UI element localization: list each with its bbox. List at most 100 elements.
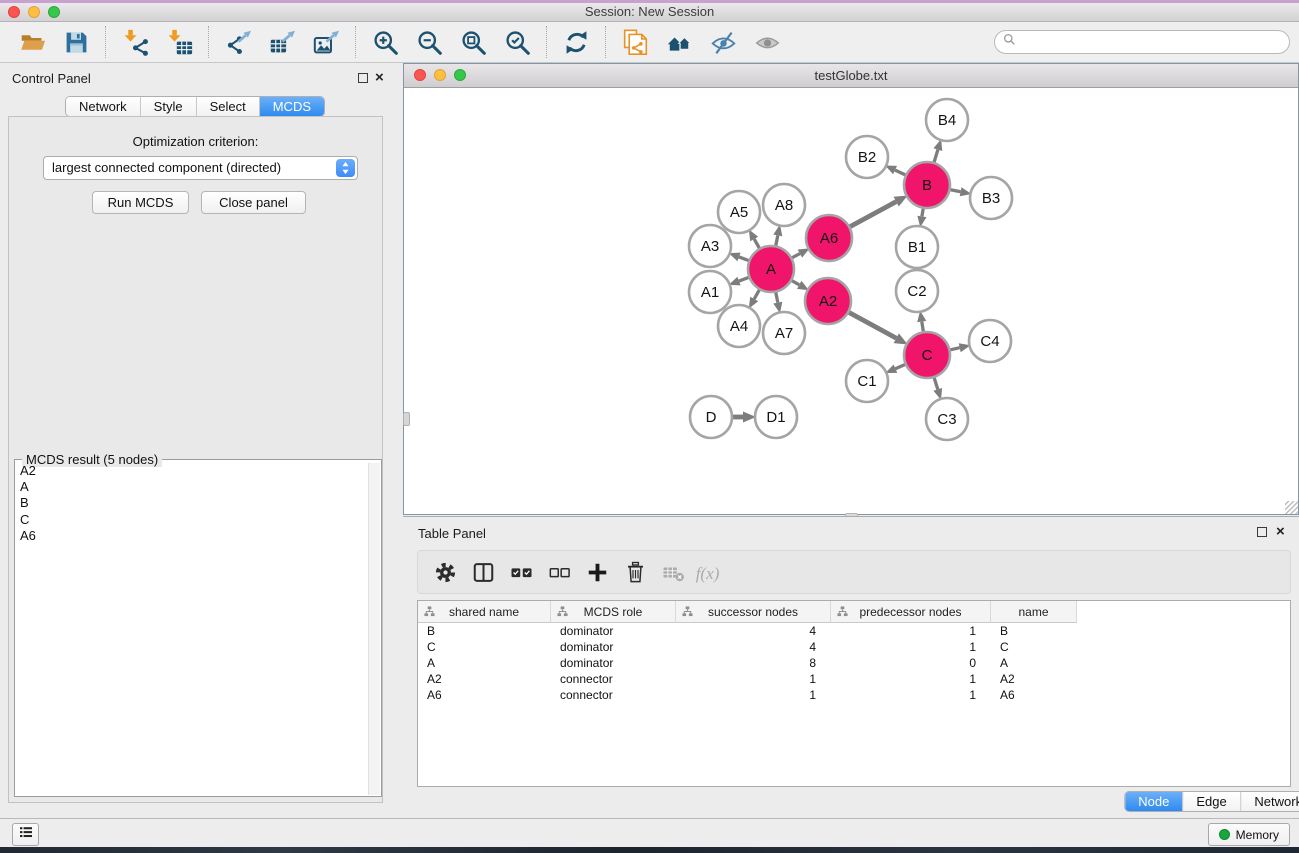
edge-B-B4[interactable]: [934, 150, 938, 163]
column-header-successor-nodes[interactable]: successor nodes: [676, 601, 831, 623]
table-cell[interactable]: A2: [418, 671, 551, 687]
zoom-selected-button[interactable]: [500, 25, 534, 59]
zoom-fit-button[interactable]: [456, 25, 490, 59]
edge-C-C2[interactable]: [922, 322, 924, 332]
edge-A-A1[interactable]: [739, 278, 749, 282]
network-maximize-button[interactable]: [454, 69, 466, 81]
zoom-in-button[interactable]: [368, 25, 402, 59]
show-panels-button[interactable]: [12, 823, 39, 846]
table-cell[interactable]: A6: [418, 687, 551, 703]
home-network-button[interactable]: [662, 25, 696, 59]
table-cell[interactable]: connector: [551, 671, 676, 687]
node-B[interactable]: B: [904, 162, 950, 208]
export-table-button[interactable]: [265, 25, 299, 59]
column-header-name[interactable]: name: [991, 601, 1077, 623]
table-cell[interactable]: A6: [991, 687, 1077, 703]
node-B3[interactable]: B3: [970, 177, 1012, 219]
tab-select[interactable]: Select: [196, 97, 259, 116]
table-row[interactable]: A6connector11A6: [418, 687, 1290, 703]
result-list-scrollbar[interactable]: [368, 463, 380, 795]
minimize-window-button[interactable]: [28, 6, 40, 18]
edge-A-A4[interactable]: [754, 290, 759, 299]
mcds-result-item[interactable]: A6: [16, 528, 367, 544]
table-cell[interactable]: 1: [676, 671, 831, 687]
node-C3[interactable]: C3: [926, 398, 968, 440]
close-window-button[interactable]: [8, 6, 20, 18]
mcds-result-item[interactable]: B: [16, 495, 367, 511]
add-row-button[interactable]: [582, 557, 612, 587]
edge-A-A6[interactable]: [792, 254, 800, 258]
table-cell[interactable]: A: [418, 655, 551, 671]
table-cell[interactable]: 1: [831, 687, 991, 703]
table-cell[interactable]: dominator: [551, 623, 676, 639]
table-row[interactable]: Adominator80A: [418, 655, 1290, 671]
delete-table-button[interactable]: [658, 557, 688, 587]
node-A1[interactable]: A1: [689, 271, 731, 313]
refresh-layout-button[interactable]: [559, 25, 593, 59]
edge-A-A8[interactable]: [776, 235, 778, 245]
node-C2[interactable]: C2: [896, 270, 938, 312]
save-session-button[interactable]: [59, 25, 93, 59]
node-C1[interactable]: C1: [846, 360, 888, 402]
export-image-button[interactable]: [309, 25, 343, 59]
edge-A-A3[interactable]: [739, 257, 749, 261]
node-A[interactable]: A: [748, 246, 794, 292]
node-C[interactable]: C: [904, 332, 950, 378]
run-mcds-button[interactable]: Run MCDS: [92, 191, 189, 214]
search-input[interactable]: [1021, 35, 1271, 49]
node-B2[interactable]: B2: [846, 136, 888, 178]
toggle-column-button[interactable]: [468, 557, 498, 587]
maximize-window-button[interactable]: [48, 6, 60, 18]
tab-network[interactable]: Network: [66, 97, 140, 116]
table-cell[interactable]: dominator: [551, 655, 676, 671]
node-D[interactable]: D: [690, 396, 732, 438]
memory-button[interactable]: Memory: [1208, 823, 1290, 846]
table-cell[interactable]: 4: [676, 623, 831, 639]
table-cell[interactable]: 8: [676, 655, 831, 671]
table-cell[interactable]: 4: [676, 639, 831, 655]
table-cell[interactable]: 1: [831, 623, 991, 639]
table-cell[interactable]: connector: [551, 687, 676, 703]
column-header-shared-name[interactable]: shared name: [418, 601, 551, 623]
node-A4[interactable]: A4: [718, 305, 760, 347]
edge-B-B3[interactable]: [951, 190, 961, 192]
hide-graphics-details-button[interactable]: [706, 25, 740, 59]
table-cell[interactable]: 1: [831, 639, 991, 655]
close-panel-icon[interactable]: ×: [375, 71, 384, 85]
edge-A6-B[interactable]: [850, 202, 896, 227]
table-cell[interactable]: B: [418, 623, 551, 639]
tab-style[interactable]: Style: [140, 97, 196, 116]
node-A5[interactable]: A5: [718, 191, 760, 233]
edge-A-A2[interactable]: [792, 281, 799, 285]
close-panel-button[interactable]: Close panel: [201, 191, 306, 214]
table-cell[interactable]: A2: [991, 671, 1077, 687]
node-B1[interactable]: B1: [896, 226, 938, 268]
edge-C-C1[interactable]: [895, 365, 905, 369]
mcds-result-item[interactable]: A: [16, 479, 367, 495]
node-A6[interactable]: A6: [806, 215, 852, 261]
open-session-share-button[interactable]: [618, 25, 652, 59]
edge-A-A5[interactable]: [754, 239, 759, 248]
function-builder-button[interactable]: f(x): [696, 557, 726, 587]
table-cell[interactable]: dominator: [551, 639, 676, 655]
table-cell[interactable]: C: [991, 639, 1077, 655]
tab-network-table[interactable]: Network Table: [1240, 792, 1299, 811]
node-B4[interactable]: B4: [926, 99, 968, 141]
unselect-all-rows-button[interactable]: [544, 557, 574, 587]
close-table-panel-icon[interactable]: ×: [1276, 525, 1285, 539]
table-cell[interactable]: B: [991, 623, 1077, 639]
edge-C-C4[interactable]: [950, 348, 959, 350]
network-close-button[interactable]: [414, 69, 426, 81]
delete-row-button[interactable]: [620, 557, 650, 587]
network-minimize-button[interactable]: [434, 69, 446, 81]
column-header-predecessor-nodes[interactable]: predecessor nodes: [831, 601, 991, 623]
node-A8[interactable]: A8: [763, 184, 805, 226]
node-A7[interactable]: A7: [763, 312, 805, 354]
zoom-out-button[interactable]: [412, 25, 446, 59]
table-cell[interactable]: A: [991, 655, 1077, 671]
node-C4[interactable]: C4: [969, 320, 1011, 362]
edge-B-B1[interactable]: [922, 209, 923, 217]
tab-mcds[interactable]: MCDS: [259, 97, 324, 116]
tab-node-table[interactable]: Node Table: [1125, 792, 1182, 811]
node-A3[interactable]: A3: [689, 225, 731, 267]
